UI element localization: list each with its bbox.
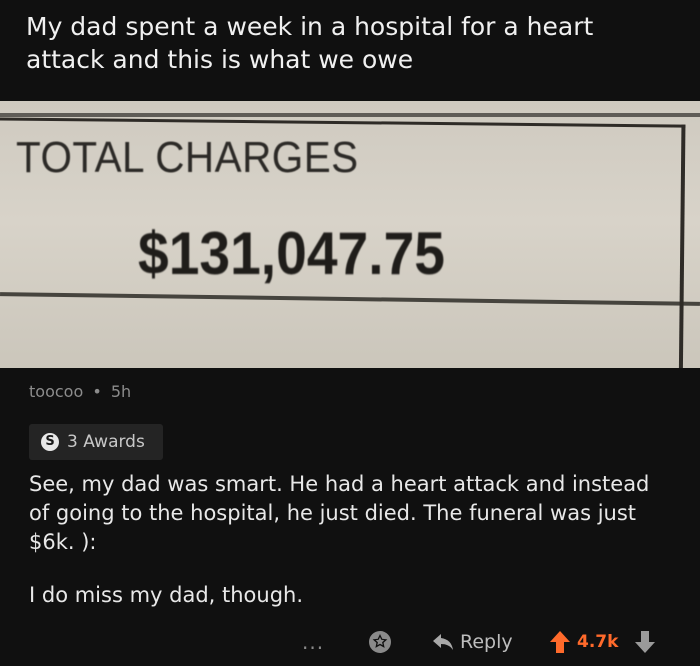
total-charges-amount: $131,047.75 bbox=[138, 220, 445, 287]
reply-label: Reply bbox=[460, 631, 513, 653]
awards-badge[interactable]: S 3 Awards bbox=[29, 424, 163, 460]
comment-paragraph: I do miss my dad, though. bbox=[29, 583, 304, 607]
award-icon[interactable] bbox=[368, 620, 392, 664]
upvote-arrow-icon[interactable] bbox=[549, 620, 571, 664]
comment-meta: toocoo • 5h bbox=[29, 382, 131, 401]
vote-score: 4.7k bbox=[577, 632, 619, 652]
comment-author[interactable]: toocoo bbox=[29, 382, 83, 401]
comment-paragraph: See, my dad was smart. He had a heart at… bbox=[29, 472, 650, 554]
more-options-icon[interactable]: ... bbox=[302, 620, 324, 664]
downvote-arrow-icon[interactable] bbox=[634, 620, 656, 664]
comment-age: 5h bbox=[110, 382, 132, 401]
post-title: My dad spent a week in a hospital for a … bbox=[26, 12, 594, 74]
comment-body: See, my dad was smart. He had a heart at… bbox=[29, 470, 669, 634]
comment-actions: ... Reply 4.7k bbox=[0, 620, 700, 664]
reply-arrow-icon bbox=[432, 633, 454, 651]
silver-award-icon: S bbox=[41, 433, 59, 451]
total-charges-label: TOTAL CHARGES bbox=[16, 133, 359, 182]
awards-count: 3 Awards bbox=[67, 432, 145, 452]
receipt-rule-top bbox=[0, 113, 700, 117]
receipt-photo: TOTAL CHARGES $131,047.75 bbox=[0, 101, 700, 368]
reply-button[interactable]: Reply bbox=[432, 620, 513, 664]
meta-separator: • bbox=[92, 382, 102, 401]
